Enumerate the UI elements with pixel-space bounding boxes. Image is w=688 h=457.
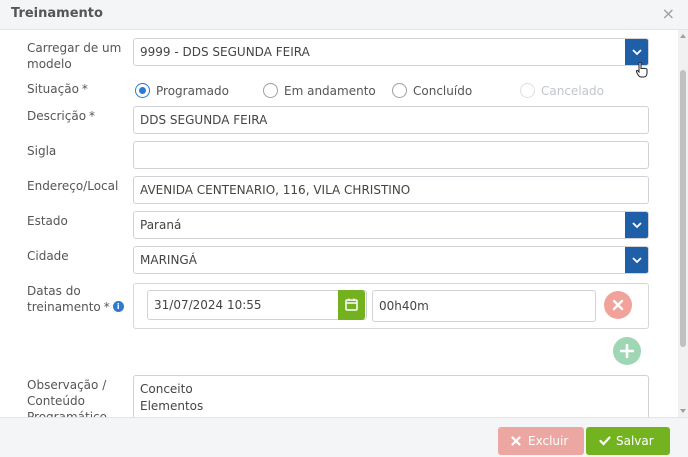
- template-select-value: 9999 - DDS SEGUNDA FEIRA: [140, 45, 310, 59]
- situacao-label: Situação *: [27, 82, 88, 96]
- mouse-cursor-icon: [636, 62, 648, 78]
- date-start-input[interactable]: 31/07/2024 10:55: [147, 290, 367, 320]
- vertical-scrollbar[interactable]: [678, 30, 688, 417]
- estado-dropdown-button[interactable]: [625, 212, 648, 238]
- endereco-label: Endereço/Local: [27, 179, 119, 193]
- cidade-label: Cidade: [27, 249, 69, 263]
- check-icon: [599, 436, 611, 446]
- estado-select[interactable]: Paraná: [133, 211, 649, 239]
- remove-date-button[interactable]: [604, 291, 632, 319]
- sigla-input[interactable]: [133, 141, 649, 169]
- save-button[interactable]: Salvar: [586, 427, 670, 455]
- template-select[interactable]: 9999 - DDS SEGUNDA FEIRA: [133, 38, 649, 66]
- form-body: Carregar de um modelo 9999 - DDS SEGUNDA…: [0, 30, 678, 417]
- scroll-up-arrow-icon[interactable]: [680, 34, 686, 38]
- estado-label: Estado: [27, 214, 68, 228]
- cidade-dropdown-button[interactable]: [625, 247, 648, 273]
- add-date-button[interactable]: [613, 337, 641, 365]
- scroll-down-arrow-icon[interactable]: [680, 409, 686, 413]
- info-icon[interactable]: i: [112, 301, 124, 312]
- datas-label: Datas do treinamento * i: [27, 283, 124, 315]
- close-icon: [612, 299, 624, 311]
- delete-button[interactable]: Excluir: [498, 427, 584, 455]
- endereco-input[interactable]: AVENIDA CENTENARIO, 116, VILA CHRISTINO: [133, 176, 649, 204]
- observacao-label: Observação / Conteúdo Programático: [27, 378, 107, 417]
- dialog-header: Treinamento ×: [0, 0, 688, 30]
- descricao-input[interactable]: DDS SEGUNDA FEIRA: [133, 106, 649, 134]
- close-icon[interactable]: ×: [662, 4, 675, 23]
- template-label: Carregar de um modelo: [27, 41, 122, 71]
- chevron-down-icon: [632, 49, 642, 56]
- duration-input[interactable]: 00h40m: [372, 290, 596, 322]
- calendar-icon: [345, 298, 358, 311]
- chevron-down-icon: [632, 222, 642, 229]
- observacao-textarea[interactable]: Conceito Elementos: [133, 375, 649, 417]
- radio-programado[interactable]: Programado: [135, 82, 229, 100]
- close-icon: [511, 436, 521, 446]
- radio-checked-icon: [135, 83, 150, 98]
- estado-select-value: Paraná: [140, 218, 182, 232]
- descricao-label: Descrição *: [27, 109, 96, 123]
- cidade-select-value: MARINGÁ: [140, 253, 197, 267]
- radio-disabled-icon: [520, 83, 535, 98]
- scroll-thumb[interactable]: [680, 70, 686, 347]
- chevron-down-icon: [632, 257, 642, 264]
- cidade-select[interactable]: MARINGÁ: [133, 246, 649, 274]
- plus-icon: [620, 344, 634, 358]
- radio-cancelado: Cancelado: [520, 82, 604, 100]
- radio-unchecked-icon: [392, 83, 407, 98]
- radio-em-andamento[interactable]: Em andamento: [263, 82, 376, 100]
- radio-unchecked-icon: [263, 83, 278, 98]
- dialog-title: Treinamento: [11, 6, 103, 21]
- dates-row: 31/07/2024 10:55 00h40m: [133, 283, 649, 329]
- radio-concluido[interactable]: Concluído: [392, 82, 472, 100]
- dialog-footer: Excluir Salvar: [0, 417, 688, 457]
- calendar-button[interactable]: [338, 290, 365, 320]
- sigla-label: Sigla: [27, 144, 57, 158]
